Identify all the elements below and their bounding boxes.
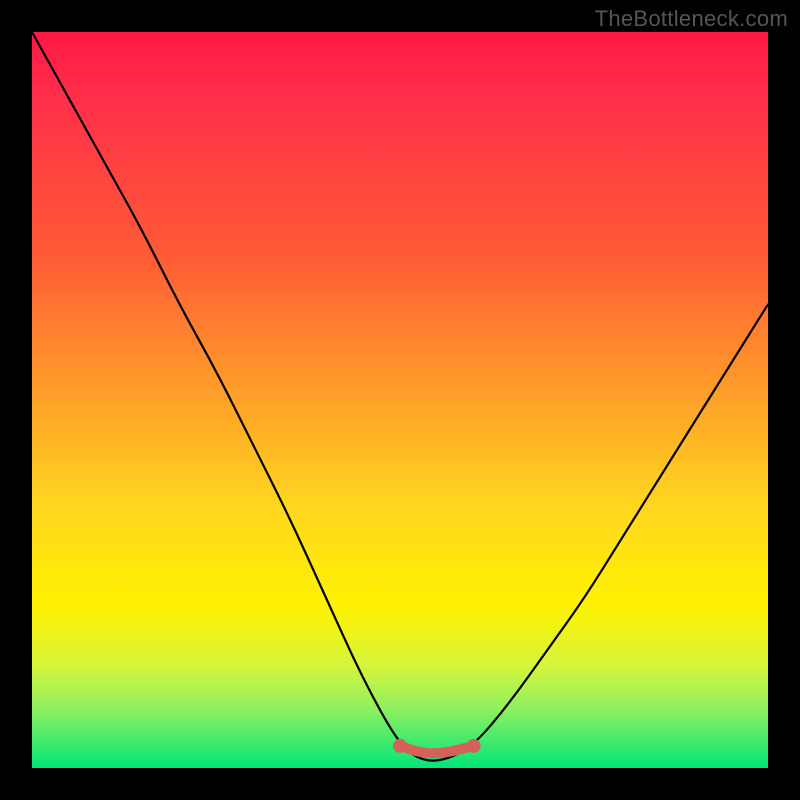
highlight-dot-right [467,739,481,753]
curve-svg [32,32,768,768]
highlight-segment [400,746,474,753]
bottleneck-curve-path [32,32,768,761]
highlight-dot-left [393,739,407,753]
plot-area [32,32,768,768]
chart-frame: TheBottleneck.com [0,0,800,800]
watermark-label: TheBottleneck.com [595,6,788,32]
